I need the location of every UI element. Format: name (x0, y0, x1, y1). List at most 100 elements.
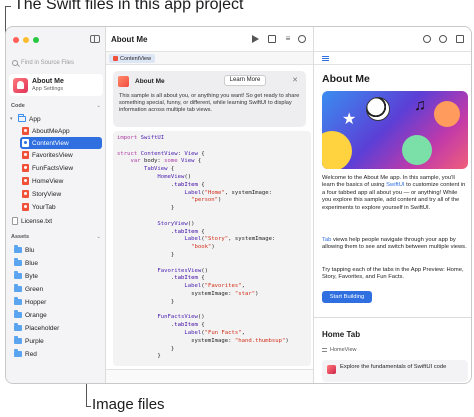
asset-item[interactable]: Blue (14, 257, 38, 269)
clock-icon[interactable] (439, 35, 447, 43)
code-line[interactable]: } (117, 299, 174, 307)
code-line[interactable]: "book") (117, 244, 215, 252)
code-line[interactable]: HomeView() (117, 174, 191, 182)
zoom-window-button[interactable] (33, 37, 39, 43)
editor-title: About Me (111, 34, 148, 44)
asset-label: Green (25, 285, 44, 293)
asset-item[interactable]: Blu (14, 244, 34, 256)
stop-icon[interactable] (268, 35, 276, 43)
image-set-icon (14, 271, 22, 279)
file-homeview[interactable]: HomeView (22, 175, 63, 187)
close-icon[interactable]: ✕ (292, 76, 298, 84)
asset-item[interactable]: Green (14, 283, 43, 295)
tutorial-icon (118, 76, 129, 87)
sidebar-toggle-icon[interactable] (90, 35, 100, 43)
checkmark-circle-icon[interactable] (423, 35, 431, 43)
play-icon[interactable] (252, 35, 260, 43)
code-line[interactable]: .tabItem { (117, 322, 205, 330)
image-set-icon (14, 297, 22, 305)
minimize-window-button[interactable] (23, 37, 29, 43)
code-line[interactable]: var body: some View { (117, 158, 201, 166)
list-icon (322, 348, 327, 352)
search-icon (12, 59, 18, 66)
homeview-file-reference[interactable]: HomeView (322, 347, 357, 353)
code-line[interactable]: .tabItem { (117, 275, 205, 283)
search-placeholder: Find in Source Files (21, 59, 75, 66)
file-license[interactable]: License.txt (12, 215, 52, 227)
sliders-icon[interactable]: ≡ (284, 35, 292, 43)
asset-item[interactable]: Purple (14, 335, 44, 347)
file-funfactsview[interactable]: FunFactsView (22, 162, 73, 174)
file-yourtab[interactable]: YourTab (22, 201, 56, 213)
tab-link[interactable]: Tab (322, 237, 331, 243)
assets-section-header[interactable]: Assets ⌄ (11, 234, 101, 240)
lesson-text: Explore the fundamentals of SwiftUI code (340, 364, 447, 370)
swift-file-icon (22, 177, 29, 185)
code-line[interactable]: TabView { (117, 166, 174, 174)
lesson-card[interactable]: Explore the fundamentals of SwiftUI code (322, 360, 468, 382)
chevron-down-icon[interactable]: ⌄ (96, 234, 101, 240)
code-line[interactable]: .tabItem { (117, 182, 205, 190)
preview-toolbar (314, 27, 471, 51)
folder-app[interactable]: ▾ App (10, 113, 41, 125)
app-settings-item[interactable]: About Me App Settings (9, 74, 103, 96)
code-line[interactable]: FunFactsView() (117, 314, 204, 322)
app-window: Find in Source Files About Me App Settin… (5, 26, 472, 384)
code-line[interactable]: } (117, 346, 174, 354)
code-line[interactable]: systemImage: "hand.thumbsup") (117, 338, 289, 346)
file-storyview[interactable]: StoryView (22, 188, 61, 200)
code-line[interactable]: systemImage: "star") (117, 291, 258, 299)
image-set-icon (14, 349, 22, 357)
inspector-icon[interactable] (456, 35, 464, 43)
tutorial-preview-pane: About Me ♫ ★ Welcome to the About Me app… (314, 27, 471, 383)
code-line[interactable]: } (117, 353, 160, 361)
code-line[interactable]: Label("Story", systemImage: (117, 236, 275, 244)
leader-line (5, 6, 11, 7)
home-tab-heading: Home Tab (322, 330, 361, 339)
chevron-down-icon[interactable]: ⌄ (96, 103, 101, 109)
asset-item[interactable]: Red (14, 348, 37, 360)
asset-item[interactable]: Byte (14, 270, 38, 282)
image-set-icon (14, 284, 22, 292)
folder-icon (18, 114, 26, 122)
file-aboutmeapp[interactable]: AboutMeApp (22, 125, 70, 137)
code-line[interactable]: struct ContentView: View { (117, 151, 205, 159)
file-label: FunFactsView (32, 164, 74, 172)
list-icon[interactable] (322, 56, 329, 61)
source-search-field[interactable]: Find in Source Files (12, 56, 100, 69)
code-line[interactable]: Label("Fun Facts", (117, 330, 245, 338)
tab-contentview[interactable]: ContentView (109, 54, 156, 63)
code-line[interactable]: .tabItem { (117, 229, 205, 237)
code-line[interactable]: } (117, 252, 174, 260)
disclosure-icon[interactable]: ▾ (10, 116, 15, 122)
start-building-button[interactable]: Start Building (322, 291, 372, 303)
section-label: Assets (11, 234, 30, 240)
asset-item[interactable]: Orange (14, 309, 47, 321)
callout-swift-files: The Swift files in this app project (14, 0, 244, 13)
asset-item[interactable]: Placeholder (14, 322, 59, 334)
code-line[interactable]: import SwiftUI (117, 135, 164, 143)
close-window-button[interactable] (13, 37, 19, 43)
asset-item[interactable]: Hopper (14, 296, 46, 308)
code-line[interactable]: Label("Favorites", (117, 283, 245, 291)
swiftui-link[interactable]: SwiftUI (386, 182, 404, 188)
code-section-header[interactable]: Code ⌄ (11, 103, 101, 109)
file-label: HomeView (32, 177, 64, 185)
code-line[interactable]: "person") (117, 197, 221, 205)
file-favoritesview[interactable]: FavoritesView (22, 149, 73, 161)
code-editor[interactable]: import SwiftUI struct ContentView: View {… (113, 131, 311, 366)
code-line[interactable]: StoryView() (117, 221, 194, 229)
lesson-icon (327, 365, 336, 374)
asset-label: Placeholder (25, 324, 60, 332)
code-line[interactable]: } (117, 205, 174, 213)
swift-file-icon (113, 56, 118, 61)
code-line[interactable]: Label("Home", systemImage: (117, 190, 272, 198)
folder-label: App (29, 115, 41, 123)
asset-label: Blue (25, 259, 39, 267)
try-paragraph: Try tapping each of the tabs in the App … (322, 267, 464, 281)
file-contentview[interactable]: ContentView (20, 137, 102, 149)
code-line[interactable]: FavoritesView() (117, 268, 208, 276)
callout-image-files: Image files (92, 396, 165, 413)
learn-more-button[interactable]: Learn More (224, 75, 266, 86)
record-icon[interactable] (298, 35, 306, 43)
